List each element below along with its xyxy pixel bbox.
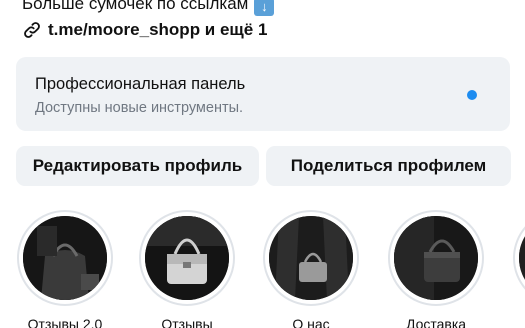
highlight-ring [513,210,525,306]
professional-dashboard-card[interactable]: Профессиональная панель Доступны новые и… [16,57,510,131]
highlight-item[interactable]: О нас [261,210,361,328]
highlight-item[interactable]: Доставка [386,210,486,328]
notification-dot [467,90,477,100]
highlight-ring [17,210,113,306]
highlight-cover-image [23,216,107,300]
edit-profile-button[interactable]: Редактировать профиль [16,146,259,186]
bio-links[interactable]: t.me/moore_shopp и ещё 1 [22,18,267,42]
highlight-cover-image [519,216,525,300]
highlight-label: Доставка [405,316,467,328]
pro-panel-subtitle: Доступны новые инструменты. [35,100,244,116]
highlight-ring [263,210,359,306]
highlight-cover-image [269,216,353,300]
story-highlights-row: Отзывы 2.0 Отзывы О нас Доставка [0,210,525,328]
highlight-ring [139,210,235,306]
down-arrow-icon: ↓ [254,0,275,16]
share-profile-button[interactable]: Поделиться профилем [266,146,511,186]
highlight-item[interactable]: Отзывы [137,210,237,328]
highlight-label: Отзывы 2.0 [27,316,103,328]
pro-panel-title: Профессиональная панель [35,75,246,93]
highlight-item[interactable]: Отзывы 2.0 [15,210,115,328]
highlight-label: Отзывы [161,316,213,328]
bio-text-line: Больше сумочек по ссылкам ↓ [22,0,275,16]
bio-link-text[interactable]: t.me/moore_shopp и ещё 1 [48,20,267,40]
link-icon [22,20,42,40]
highlight-item[interactable]: К [511,210,525,328]
highlight-label: О нас [292,316,330,328]
bio-line-text: Больше сумочек по ссылкам [22,0,249,13]
highlight-cover-image [145,216,229,300]
highlight-label: К [511,316,525,328]
highlight-cover-image [394,216,478,300]
highlight-ring [388,210,484,306]
